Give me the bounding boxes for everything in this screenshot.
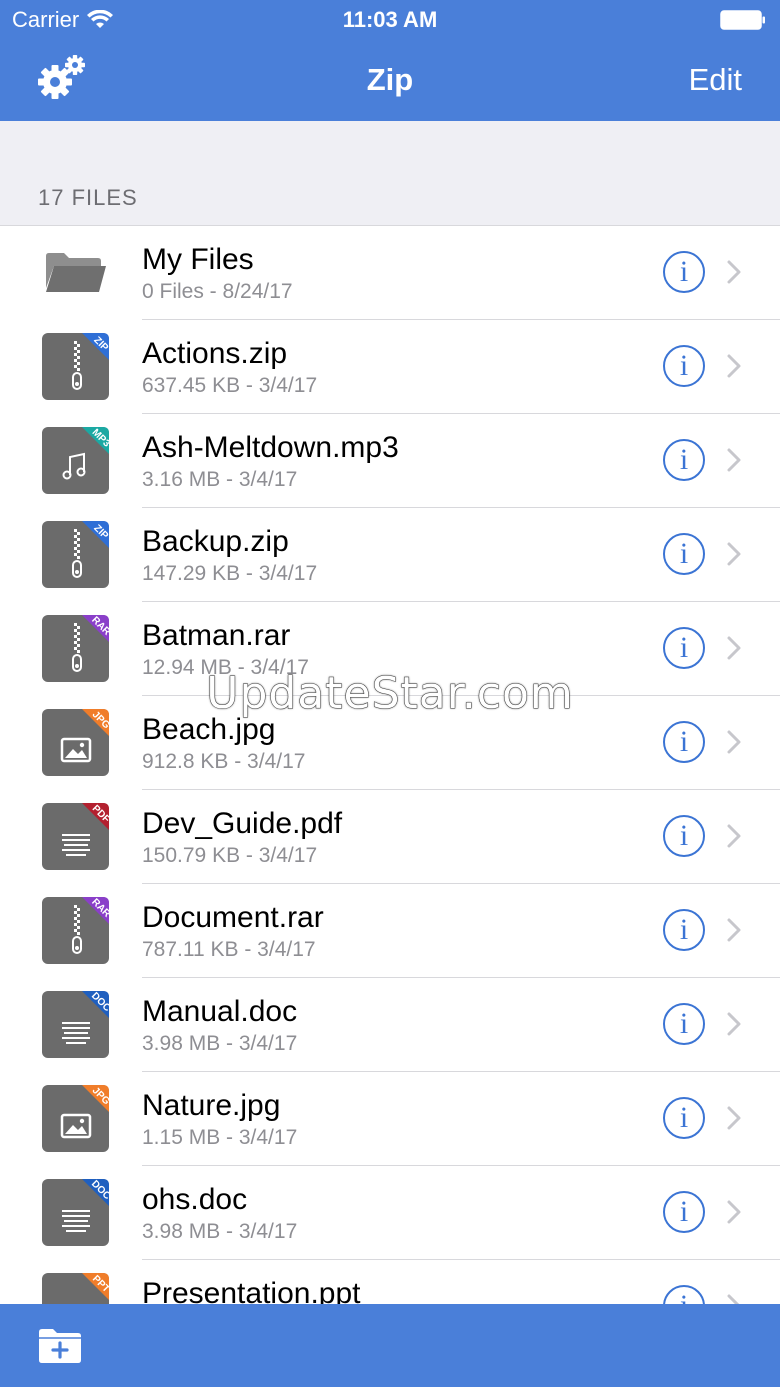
bottom-toolbar xyxy=(0,1304,780,1387)
info-circle-icon[interactable]: i xyxy=(663,909,705,951)
chevron-right-icon xyxy=(727,354,741,378)
screen: Carrier 11:03 AM Zip Edit 17 FILES My Fi… xyxy=(0,0,780,1387)
info-circle-icon[interactable]: i xyxy=(663,345,705,387)
file-meta: 912.8 KB - 3/4/17 xyxy=(142,750,306,773)
file-name: Beach.jpg xyxy=(142,713,276,746)
chevron-right-icon xyxy=(727,1294,740,1304)
info-circle-icon[interactable]: i xyxy=(663,721,705,763)
chevron-right-icon xyxy=(727,918,741,942)
file-name: My Files xyxy=(142,243,254,276)
file-name: ohs.doc xyxy=(142,1183,248,1216)
file-type-image-icon: JPG xyxy=(42,709,109,776)
navigation-bar: Zip Edit xyxy=(0,40,780,121)
chevron-right-icon xyxy=(727,730,741,754)
file-row[interactable]: ZIP Actions.zip 637.45 KB - 3/4/17 i xyxy=(0,320,780,414)
chevron-right-icon xyxy=(727,1012,741,1036)
info-circle-icon[interactable]: i xyxy=(663,533,705,575)
new-folder-icon[interactable] xyxy=(37,1326,83,1364)
status-time: 11:03 AM xyxy=(342,7,438,32)
file-meta: 3.16 MB - 3/4/17 xyxy=(142,468,298,491)
info-circle-icon[interactable]: i xyxy=(663,1097,705,1139)
info-circle-icon[interactable]: i xyxy=(663,627,705,669)
file-row[interactable]: RAR Document.rar 787.11 KB - 3/4/17 i xyxy=(0,884,780,978)
file-row[interactable]: PPT Presentation.ppt i xyxy=(0,1260,780,1304)
file-list[interactable]: My Files 0 Files - 8/24/17 i ZIP Actions.zip… xyxy=(0,226,780,1304)
file-name: Ash-Meltdown.mp3 xyxy=(142,431,399,464)
chevron-right-icon xyxy=(727,260,741,284)
file-type-doc-icon: DOC xyxy=(42,991,109,1058)
file-name: Presentation.ppt xyxy=(142,1277,361,1304)
file-name: Document.rar xyxy=(142,901,324,934)
file-row[interactable]: DOC Manual.doc 3.98 MB - 3/4/17 i xyxy=(0,978,780,1072)
file-name: Batman.rar xyxy=(142,619,291,652)
section-header: 17 FILES xyxy=(0,121,780,226)
file-row[interactable]: JPG Beach.jpg 912.8 KB - 3/4/17 i xyxy=(0,696,780,790)
file-name: Backup.zip xyxy=(142,525,289,558)
file-row[interactable]: PDF Dev_Guide.pdf 150.79 KB - 3/4/17 i xyxy=(0,790,780,884)
file-meta: 637.45 KB - 3/4/17 xyxy=(142,374,318,397)
battery-icon xyxy=(720,10,765,30)
file-name: Actions.zip xyxy=(142,337,288,370)
file-meta: 150.79 KB - 3/4/17 xyxy=(142,844,318,867)
info-circle-icon[interactable]: i xyxy=(663,1003,705,1045)
info-circle-icon[interactable]: i xyxy=(663,1191,705,1233)
file-type-music-icon: MP3 xyxy=(42,427,109,494)
chevron-right-icon xyxy=(727,636,741,660)
file-type-zip-icon: RAR xyxy=(42,897,109,964)
file-row[interactable]: RAR Batman.rar 12.94 MB - 3/4/17 i xyxy=(0,602,780,696)
file-row[interactable]: DOC ohs.doc 3.98 MB - 3/4/17 i xyxy=(0,1166,780,1260)
file-count-label: 17 FILES xyxy=(38,185,138,210)
file-type-zip-icon: ZIP xyxy=(42,333,109,400)
edit-button[interactable]: Edit xyxy=(689,62,742,98)
file-type-doc-icon: PDF xyxy=(42,803,109,870)
file-type-image-icon: JPG xyxy=(42,1085,109,1152)
file-meta: 1.15 MB - 3/4/17 xyxy=(142,1126,298,1149)
top-bar: Carrier 11:03 AM Zip Edit xyxy=(0,0,780,121)
status-bar: Carrier 11:03 AM xyxy=(0,0,780,40)
file-row[interactable]: JPG Nature.jpg 1.15 MB - 3/4/17 i xyxy=(0,1072,780,1166)
chevron-right-icon xyxy=(727,1200,741,1224)
file-row[interactable]: MP3 Ash-Meltdown.mp3 3.16 MB - 3/4/17 i xyxy=(0,414,780,508)
file-name: Nature.jpg xyxy=(142,1089,281,1122)
file-type-doc-icon: DOC xyxy=(42,1179,109,1246)
info-circle-icon[interactable]: i xyxy=(663,251,705,293)
info-circle-icon[interactable]: i xyxy=(663,815,705,857)
page-title: Zip xyxy=(366,62,414,97)
file-meta: 787.11 KB - 3/4/17 xyxy=(142,938,316,961)
chevron-right-icon xyxy=(727,448,741,472)
info-circle-icon[interactable]: i xyxy=(663,439,705,481)
chevron-right-icon xyxy=(727,1106,741,1130)
file-type-zip-icon: ZIP xyxy=(42,521,109,588)
file-row[interactable]: ZIP Backup.zip 147.29 KB - 3/4/17 i xyxy=(0,508,780,602)
file-type-doc-icon: PPT xyxy=(42,1273,109,1304)
file-row[interactable]: My Files 0 Files - 8/24/17 i xyxy=(0,226,780,320)
file-name: Dev_Guide.pdf xyxy=(142,807,343,840)
info-circle-icon[interactable]: i xyxy=(663,1285,705,1304)
file-meta: 147.29 KB - 3/4/17 xyxy=(142,562,318,585)
folder-icon xyxy=(46,253,106,292)
file-name: Manual.doc xyxy=(142,995,298,1028)
file-meta: 0 Files - 8/24/17 xyxy=(142,280,293,303)
file-meta: 3.98 MB - 3/4/17 xyxy=(142,1220,298,1243)
file-type-zip-icon: RAR xyxy=(42,615,109,682)
chevron-right-icon xyxy=(727,824,741,848)
file-meta: 12.94 MB - 3/4/17 xyxy=(142,656,309,679)
chevron-right-icon xyxy=(727,542,741,566)
file-meta: 3.98 MB - 3/4/17 xyxy=(142,1032,298,1055)
